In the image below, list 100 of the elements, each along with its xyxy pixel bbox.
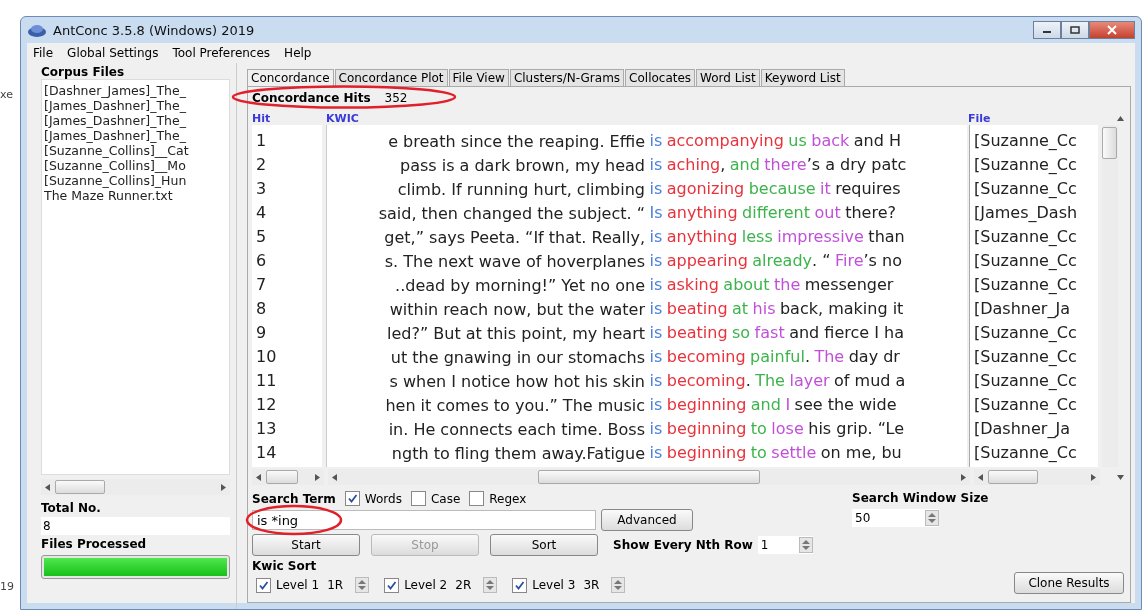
menu-item[interactable]: Global Settings — [67, 46, 159, 60]
close-button[interactable] — [1089, 21, 1135, 39]
corpus-file-item[interactable]: [Suzanne_Collins]__Mo — [44, 158, 227, 173]
corpus-file-item[interactable]: [James_Dashner]_The_ — [44, 128, 227, 143]
column-header[interactable]: Hit — [252, 111, 271, 125]
horizontal-scrollbar[interactable] — [974, 469, 1100, 485]
scroll-down-icon[interactable] — [1117, 473, 1124, 481]
hit-number: 14 — [255, 442, 278, 464]
hit-number: 6 — [255, 250, 268, 272]
search-field[interactable]: is *ing — [252, 510, 596, 531]
kwic-sort-label: Kwic Sort — [252, 559, 318, 573]
total-value: 8 — [41, 517, 230, 535]
kwic-right-context: is beginning to settle on me, bu — [648, 442, 902, 464]
checkbox[interactable] — [256, 577, 271, 593]
checkbox[interactable] — [344, 491, 360, 506]
background-window-text: xe — [0, 88, 13, 101]
scroll-up-icon[interactable] — [1117, 114, 1124, 122]
spinner-arrows-icon[interactable] — [925, 510, 939, 526]
scroll-left-icon[interactable] — [44, 483, 51, 491]
search-term-label: Search Term — [252, 491, 336, 506]
action-button[interactable]: Start — [252, 534, 360, 556]
action-button[interactable]: Sort — [490, 534, 598, 556]
menu-item[interactable]: File — [33, 46, 54, 60]
clone-results-button[interactable]: Clone Results — [1014, 572, 1124, 594]
checkbox[interactable] — [512, 577, 528, 593]
spinner-arrows-icon[interactable] — [355, 577, 370, 593]
hit-number: 11 — [255, 370, 278, 392]
scroll-left-icon[interactable] — [331, 473, 338, 481]
horizontal-scrollbar[interactable] — [328, 469, 970, 485]
background-window-text: 19 — [0, 580, 14, 593]
kwic-right-context: is accompanying us back and H — [648, 130, 901, 152]
file-name-cell-text: [Suzanne_Cc — [973, 370, 1078, 392]
scroll-right-icon[interactable] — [220, 483, 227, 491]
hit-number: 1 — [255, 130, 268, 152]
checkbox[interactable] — [469, 491, 485, 506]
file-name-cell-text: [Suzanne_Cc — [973, 322, 1078, 344]
vertical-scrollbar[interactable] — [1102, 125, 1118, 467]
kwic-left-context: within reach now, but the water — [388, 299, 645, 319]
spinner-arrows-icon[interactable] — [483, 577, 498, 593]
kwic-left-context: in. He connects each time. Boss — [387, 419, 645, 439]
corpus-file-item[interactable]: [Suzanne_Collins]_Hun — [44, 173, 227, 188]
corpus-file-item[interactable]: [James_Dashner]_The_ — [44, 113, 227, 128]
kwic-left-context: s. The next wave of hoverplanes — [383, 251, 645, 271]
tab[interactable]: Concordance — [247, 69, 334, 86]
tab[interactable]: Keyword List — [760, 69, 845, 86]
tab[interactable]: Word List — [696, 69, 760, 86]
menu-item[interactable]: Tool Preferences — [172, 46, 271, 60]
kwic-left-context: said, then changed the subject. “ — [377, 203, 645, 223]
kwic-right-context: Is anything different out there? — [648, 202, 896, 224]
checkbox[interactable] — [384, 577, 400, 593]
kwic-right-context: is appearing already. “ Fire’s no — [648, 250, 902, 272]
app-logo-icon — [27, 22, 47, 38]
spinner-arrows-icon[interactable] — [611, 577, 626, 593]
tab[interactable]: Clusters/N-Grams — [509, 69, 625, 86]
file-name-cell-text: [James_Dash — [973, 202, 1079, 224]
advanced-button[interactable]: Advanced — [601, 509, 693, 531]
corpus-file-item[interactable]: [Suzanne_Collins]__Cat — [44, 143, 227, 158]
file-name-cell-text: [Suzanne_Cc — [973, 442, 1078, 464]
hit-number: 7 — [255, 274, 268, 296]
hit-number: 8 — [255, 298, 268, 320]
hit-number: 4 — [255, 202, 268, 224]
corpus-file-item[interactable]: The Maze Runner.txt — [44, 188, 227, 203]
scroll-left-icon[interactable] — [255, 473, 262, 481]
minimize-button[interactable] — [1033, 21, 1061, 39]
kwic-left-context: climb. If running hurt, climbing — [396, 179, 645, 199]
checkbox-label: Words — [364, 491, 402, 506]
scroll-right-icon[interactable] — [314, 473, 321, 481]
column-header[interactable]: KWIC — [326, 111, 359, 125]
file-name-cell-text: [Dashner_Ja — [973, 418, 1071, 440]
kwic-right-context: is becoming. The layer of mud a — [648, 370, 906, 392]
corpus-file-item[interactable]: [James_Dashner]_The_ — [44, 98, 227, 113]
kwic-right-context: is beating so fast and fierce I ha — [648, 322, 904, 344]
kwic-right-context: is asking about the messenger — [648, 274, 894, 296]
nth-row-spinner[interactable]: 1 — [757, 536, 813, 554]
horizontal-scrollbar[interactable] — [252, 469, 324, 485]
scroll-left-icon[interactable] — [977, 473, 984, 481]
column-header[interactable]: File — [968, 111, 991, 125]
kwic-left-context: e breath since the reaping. Effie — [387, 131, 645, 151]
scroll-right-icon[interactable] — [960, 473, 967, 481]
checkbox[interactable] — [410, 491, 426, 506]
hit-number: 12 — [255, 394, 278, 416]
file-name-cell-text: [Suzanne_Cc — [973, 154, 1078, 176]
kwic-left-context: get,” says Peeta. “If that. Really, — [383, 227, 645, 247]
kwic-right-context: is aching, and there’s a dry patc — [648, 154, 907, 176]
spinner-arrows-icon[interactable] — [798, 537, 813, 553]
scroll-right-icon[interactable] — [1090, 473, 1097, 481]
tab[interactable]: Concordance Plot — [334, 69, 448, 86]
tab[interactable]: Collocates — [625, 69, 696, 86]
kwic-left-context: ..dead by morning!” Yet no one — [394, 275, 645, 295]
file-name-cell-text: [Dashner_Ja — [973, 298, 1071, 320]
checkbox-label: Level 1 — [276, 578, 320, 592]
horizontal-scrollbar[interactable] — [41, 479, 230, 495]
tab[interactable]: File View — [448, 69, 509, 86]
corpus-file-item[interactable]: [Dashner_James]_The_ — [44, 83, 227, 98]
maximize-button[interactable] — [1061, 21, 1089, 39]
window-title: AntConc 3.5.8 (Windows) 2019 — [53, 22, 255, 38]
kwic-left-context: hen it comes to you.” The music — [384, 395, 645, 415]
kwic-left-context: ut the gnawing in our stomachs — [389, 347, 645, 367]
menu-item[interactable]: Help — [284, 46, 312, 60]
window-size-spinner[interactable]: 50 — [852, 509, 939, 527]
